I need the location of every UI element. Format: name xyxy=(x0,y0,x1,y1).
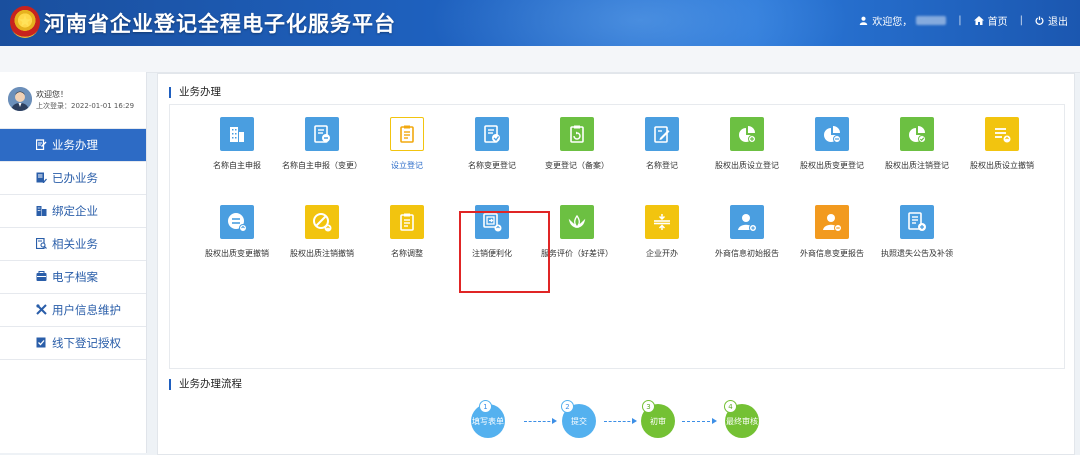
stamp-icon xyxy=(36,337,46,348)
welcome-user: 欢迎您， xyxy=(859,13,947,28)
list-revoke-icon xyxy=(985,117,1019,151)
person-edit-icon xyxy=(815,205,849,239)
power-icon xyxy=(1035,16,1044,25)
home-icon xyxy=(973,16,984,25)
tile-name-self-declare[interactable]: 名称自主申报 xyxy=(195,105,279,175)
home-link[interactable]: 首页 xyxy=(973,13,1008,28)
main-panel: 业务办理 名称自主申报 名称自主申报（变更） 设立登记 名称变更登记 变更登记（… xyxy=(157,73,1075,455)
site-title: 河南省企业登记全程电子化服务平台 xyxy=(44,12,396,36)
avatar xyxy=(8,87,32,111)
pie-chart-edit-icon xyxy=(815,117,849,151)
business-grid: 名称自主申报 名称自主申报（变更） 设立登记 名称变更登记 变更登记（备案） 名… xyxy=(169,104,1065,369)
pie-chart-check-icon xyxy=(900,117,934,151)
clipboard-icon xyxy=(390,117,424,151)
swap-revoke-icon xyxy=(220,205,254,239)
flow-arrow-1 xyxy=(524,418,557,424)
header-links: 欢迎您， | 首页 | 退出 xyxy=(859,13,1068,28)
lotus-icon xyxy=(560,205,594,239)
top-header: 河南省企业登记全程电子化服务平台 欢迎您， | 首页 | 退出 xyxy=(0,0,1080,46)
flow-step-3-number: 3 xyxy=(642,400,655,413)
business-section-title: 业务办理 xyxy=(169,87,221,98)
tile-change-register-record[interactable]: 变更登记（备案） xyxy=(535,105,619,175)
compress-icon xyxy=(645,205,679,239)
forbid-revoke-icon xyxy=(305,205,339,239)
doc-edit-icon xyxy=(475,117,509,151)
sidebar-item-archive[interactable]: 电子档案 xyxy=(0,261,146,294)
username-redacted xyxy=(916,16,947,25)
flow-step-1-number: 1 xyxy=(479,400,492,413)
pen-doc-icon xyxy=(645,117,679,151)
user-info: 欢迎您！ 上次登录：2022-01-01 16:29 xyxy=(0,72,146,129)
tile-license-loss-notice[interactable]: 执照遗失公告及补领 xyxy=(875,193,959,263)
process-flow: 填写表单 1 提交 2 初审 3 最终审核 4 xyxy=(158,394,1074,454)
tile-name-register[interactable]: 名称登记 xyxy=(620,105,704,175)
flow-step-4-number: 4 xyxy=(724,400,737,413)
sidebar-item-related[interactable]: 相关业务 xyxy=(0,228,146,261)
tile-equity-pledge-change[interactable]: 股权出质变更登记 xyxy=(790,105,874,175)
tile-equity-pledge-cancel[interactable]: 股权出质注销登记 xyxy=(875,105,959,175)
user-icon xyxy=(859,16,868,25)
sub-bar xyxy=(0,46,1080,73)
welcome-text: 欢迎您！ xyxy=(36,90,68,99)
logout-link[interactable]: 退出 xyxy=(1035,13,1068,28)
tools-icon xyxy=(36,304,47,315)
tile-name-change-register[interactable]: 名称变更登记 xyxy=(450,105,534,175)
sidebar-item-business[interactable]: 业务办理 xyxy=(0,129,146,162)
tile-equity-pledge-establish-revoke[interactable]: 股权出质设立撤销 xyxy=(960,105,1044,175)
last-login-text: 上次登录：2022-01-01 16:29 xyxy=(36,102,135,110)
done-doc-icon xyxy=(36,172,47,183)
tile-establish-register[interactable]: 设立登记 xyxy=(365,105,449,175)
pie-chart-icon xyxy=(730,117,764,151)
clipboard-list-icon xyxy=(390,205,424,239)
tile-foreign-info-initial-report[interactable]: 外商信息初始报告 xyxy=(705,193,789,263)
search-doc-icon xyxy=(36,238,47,249)
person-add-icon xyxy=(730,205,764,239)
tile-equity-pledge-cancel-revoke[interactable]: 股权出质注销撤销 xyxy=(280,193,364,263)
tile-foreign-info-change-report[interactable]: 外商信息变更报告 xyxy=(790,193,874,263)
tile-name-self-declare-change[interactable]: 名称自主申报（变更） xyxy=(280,105,364,175)
sidebar-item-bind[interactable]: 绑定企业 xyxy=(0,195,146,228)
tile-enterprise-startup[interactable]: 企业开办 xyxy=(620,193,704,263)
building-icon xyxy=(36,206,47,216)
tile-equity-pledge-change-revoke[interactable]: 股权出质变更撤销 xyxy=(195,193,279,263)
tile-equity-pledge-establish[interactable]: 股权出质设立登记 xyxy=(705,105,789,175)
doc-add-icon xyxy=(900,205,934,239)
archive-icon xyxy=(36,271,47,281)
building-tile-icon xyxy=(220,117,254,151)
refresh-doc-icon xyxy=(560,117,594,151)
flow-arrow-2 xyxy=(604,418,637,424)
flow-step-2-number: 2 xyxy=(561,400,574,413)
national-emblem-icon xyxy=(10,6,40,38)
edit-icon xyxy=(36,139,47,150)
highlight-box xyxy=(459,211,550,293)
sidebar-item-userinfo[interactable]: 用户信息维护 xyxy=(0,294,146,327)
sidebar: 欢迎您！ 上次登录：2022-01-01 16:29 业务办理 已办业务 绑定企… xyxy=(0,72,147,453)
flow-arrow-3 xyxy=(682,418,717,424)
flow-section-title: 业务办理流程 xyxy=(169,379,242,390)
doc-minus-icon xyxy=(305,117,339,151)
sidebar-item-done[interactable]: 已办业务 xyxy=(0,162,146,195)
sidebar-item-offline[interactable]: 线下登记授权 xyxy=(0,327,146,360)
tile-name-adjust[interactable]: 名称调整 xyxy=(365,193,449,263)
